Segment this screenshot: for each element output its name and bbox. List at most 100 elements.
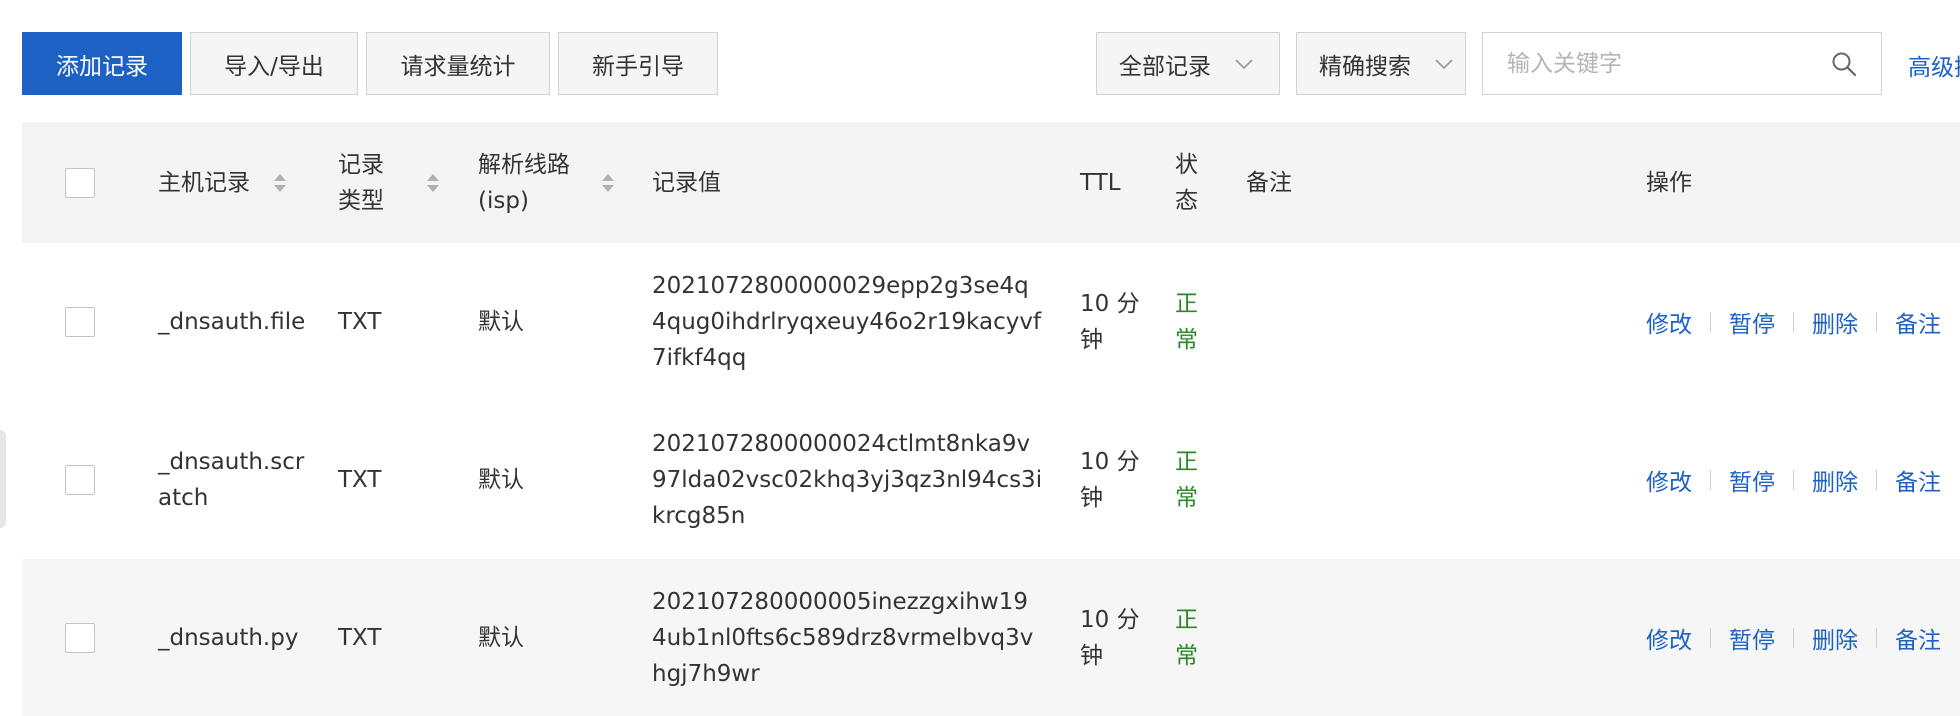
divider bbox=[1876, 312, 1877, 332]
row-actions: 修改 暂停 删除 备注 bbox=[1646, 463, 1941, 497]
request-stats-button[interactable]: 请求量统计 bbox=[366, 32, 550, 95]
delete-link[interactable]: 删除 bbox=[1812, 305, 1858, 339]
host-text: atch bbox=[158, 485, 209, 511]
value-line: 7ifkf4qq bbox=[652, 345, 747, 371]
host-text: _dnsauth.py bbox=[158, 625, 299, 651]
add-record-button[interactable]: 添加记录 bbox=[22, 32, 182, 95]
value-cell: 202107280000005inezzgxihw19 4ub1nl0fts6c… bbox=[652, 584, 1033, 692]
value-line: 2021072800000029epp2g3se4q bbox=[652, 273, 1029, 299]
value-line: 2021072800000024ctlmt8nka9v bbox=[652, 431, 1031, 457]
header-remark: 备注 bbox=[1246, 169, 1292, 196]
ttl-line: 10 分 bbox=[1080, 449, 1140, 475]
divider bbox=[1876, 470, 1877, 490]
header-type: 记录 类型 bbox=[338, 147, 384, 219]
divider bbox=[1710, 470, 1711, 490]
record-filter-select[interactable]: 全部记录 bbox=[1096, 32, 1280, 95]
pause-link[interactable]: 暂停 bbox=[1729, 463, 1775, 497]
remark-link[interactable]: 备注 bbox=[1895, 621, 1941, 655]
edit-link[interactable]: 修改 bbox=[1646, 621, 1692, 655]
value-cell: 2021072800000024ctlmt8nka9v 97lda02vsc02… bbox=[652, 426, 1042, 534]
chevron-down-icon bbox=[1435, 58, 1453, 69]
ttl-line: 钟 bbox=[1080, 643, 1103, 669]
divider bbox=[1793, 628, 1794, 648]
value-line: 4qug0ihdrlryqxeuy46o2r19kacyvf bbox=[652, 309, 1042, 335]
host-cell: _dnsauth.file bbox=[158, 304, 305, 340]
header-line-line2: (isp) bbox=[478, 187, 529, 214]
delete-link[interactable]: 删除 bbox=[1812, 463, 1858, 497]
search-input[interactable] bbox=[1483, 33, 1813, 94]
search-mode-select[interactable]: 精确搜索 bbox=[1296, 32, 1466, 95]
delete-link[interactable]: 删除 bbox=[1812, 621, 1858, 655]
table-row: _dnsauth.file TXT 默认 2021072800000029epp… bbox=[22, 243, 1960, 402]
pause-link[interactable]: 暂停 bbox=[1729, 621, 1775, 655]
value-cell: 2021072800000029epp2g3se4q 4qug0ihdrlryq… bbox=[652, 268, 1041, 376]
header-status: 状 态 bbox=[1175, 147, 1198, 219]
header-status-line1: 状 bbox=[1175, 151, 1198, 178]
row-checkbox[interactable] bbox=[65, 623, 95, 653]
sort-icon[interactable] bbox=[600, 171, 616, 195]
status-line: 正 bbox=[1175, 449, 1198, 475]
header-host: 主机记录 bbox=[158, 169, 250, 196]
host-text: _dnsauth.file bbox=[158, 309, 306, 335]
ttl-line: 10 分 bbox=[1080, 607, 1140, 633]
record-filter-value: 全部记录 bbox=[1119, 53, 1211, 80]
line-cell: 默认 bbox=[478, 467, 524, 493]
divider bbox=[1710, 628, 1711, 648]
header-ops: 操作 bbox=[1646, 169, 1692, 196]
divider bbox=[1793, 312, 1794, 332]
dns-records-page: 添加记录 导入/导出 请求量统计 新手引导 全部记录 精确搜索 高级搜索 主机记… bbox=[0, 0, 1960, 716]
header-status-line2: 态 bbox=[1175, 187, 1198, 214]
sort-icon[interactable] bbox=[425, 171, 441, 195]
header-type-line1: 记录 bbox=[338, 151, 384, 178]
side-drawer-handle[interactable] bbox=[0, 430, 6, 528]
line-cell: 默认 bbox=[478, 309, 524, 335]
divider bbox=[1793, 470, 1794, 490]
status-line: 常 bbox=[1175, 485, 1198, 511]
value-line: 4ub1nl0fts6c589drz8vrmelbvq3v bbox=[652, 625, 1034, 651]
row-checkbox[interactable] bbox=[65, 465, 95, 495]
ttl-line: 钟 bbox=[1080, 327, 1103, 353]
status-line: 正 bbox=[1175, 291, 1198, 317]
import-export-button[interactable]: 导入/导出 bbox=[190, 32, 358, 95]
row-checkbox[interactable] bbox=[65, 307, 95, 337]
header-line: 解析线路 (isp) bbox=[478, 147, 570, 219]
header-type-line2: 类型 bbox=[338, 187, 384, 214]
host-text: _dnsauth.scr bbox=[158, 449, 305, 475]
type-cell: TXT bbox=[338, 309, 382, 335]
edit-link[interactable]: 修改 bbox=[1646, 463, 1692, 497]
value-line: 202107280000005inezzgxihw19 bbox=[652, 589, 1029, 615]
edit-link[interactable]: 修改 bbox=[1646, 305, 1692, 339]
table-row: _dnsauth.py TXT 默认 202107280000005inezzg… bbox=[22, 559, 1960, 716]
status-cell: 正 常 bbox=[1175, 444, 1198, 516]
header-line-line1: 解析线路 bbox=[478, 151, 570, 178]
search-mode-value: 精确搜索 bbox=[1319, 53, 1411, 80]
ttl-cell: 10 分 钟 bbox=[1080, 286, 1140, 358]
row-actions: 修改 暂停 删除 备注 bbox=[1646, 305, 1941, 339]
status-line: 常 bbox=[1175, 643, 1198, 669]
line-cell: 默认 bbox=[478, 625, 524, 651]
value-line: 97lda02vsc02khq3yj3qz3nl94cs3i bbox=[652, 467, 1043, 493]
value-line: krcg85n bbox=[652, 503, 746, 529]
row-actions: 修改 暂停 删除 备注 bbox=[1646, 621, 1941, 655]
value-line: hgj7h9wr bbox=[652, 661, 760, 687]
ttl-line: 钟 bbox=[1080, 485, 1103, 511]
ttl-cell: 10 分 钟 bbox=[1080, 444, 1140, 516]
status-cell: 正 常 bbox=[1175, 286, 1198, 358]
host-cell: _dnsauth.scr atch bbox=[158, 444, 304, 516]
remark-link[interactable]: 备注 bbox=[1895, 463, 1941, 497]
select-all-checkbox[interactable] bbox=[65, 167, 95, 198]
remark-link[interactable]: 备注 bbox=[1895, 305, 1941, 339]
host-cell: _dnsauth.py bbox=[158, 620, 298, 656]
guide-button[interactable]: 新手引导 bbox=[558, 32, 718, 95]
status-line: 正 bbox=[1175, 607, 1198, 633]
header-ttl: TTL bbox=[1080, 169, 1121, 196]
ttl-line: 10 分 bbox=[1080, 291, 1140, 317]
ttl-cell: 10 分 钟 bbox=[1080, 602, 1140, 674]
sort-icon[interactable] bbox=[272, 171, 288, 195]
search-icon[interactable] bbox=[1831, 51, 1857, 77]
search-box bbox=[1482, 32, 1882, 95]
pause-link[interactable]: 暂停 bbox=[1729, 305, 1775, 339]
type-cell: TXT bbox=[338, 625, 382, 651]
advanced-search-link[interactable]: 高级搜索 bbox=[1908, 48, 1960, 82]
table-header: 主机记录 记录 类型 解析线路 (isp) 记录值 TTL 状 态 备注 操作 bbox=[22, 122, 1960, 244]
